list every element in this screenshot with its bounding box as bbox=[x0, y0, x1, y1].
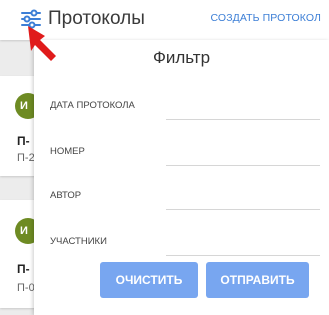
card-subtitle: П-2 bbox=[17, 152, 35, 164]
create-protocol-link[interactable]: СОЗДАТЬ ПРОТОКОЛ bbox=[210, 12, 321, 24]
filter-title: Фильтр bbox=[152, 48, 211, 67]
participants-input[interactable] bbox=[166, 255, 320, 256]
page-title: Протоколы bbox=[48, 8, 145, 29]
filter-field-author[interactable]: АВТОР bbox=[50, 184, 320, 210]
card-title: П- bbox=[17, 262, 30, 276]
annotation-arrow-icon bbox=[26, 24, 60, 64]
field-label: НОМЕР bbox=[50, 146, 85, 157]
filter-field-participants[interactable]: УЧАСТНИКИ bbox=[50, 230, 320, 256]
field-label: АВТОР bbox=[50, 190, 82, 201]
author-input[interactable] bbox=[166, 209, 320, 210]
submit-button[interactable]: ОТПРАВИТЬ bbox=[206, 262, 309, 298]
filter-field-date[interactable]: ДАТА ПРОТОКОЛА bbox=[50, 94, 320, 120]
card-title: П- bbox=[17, 134, 30, 148]
card-subtitle: П-0 bbox=[17, 282, 35, 294]
field-label: УЧАСТНИКИ bbox=[50, 236, 107, 247]
clear-button[interactable]: ОЧИСТИТЬ bbox=[100, 262, 198, 298]
date-input[interactable] bbox=[166, 119, 320, 120]
field-label: ДАТА ПРОТОКОЛА bbox=[50, 100, 135, 111]
filter-field-number[interactable]: НОМЕР bbox=[50, 140, 320, 166]
number-input[interactable] bbox=[166, 165, 320, 166]
page: И П- П-2 И П- П-0 Протоколы СОЗДАТЬ ПРОТ… bbox=[0, 0, 329, 315]
filter-panel: Фильтр ДАТА ПРОТОКОЛА НОМЕР АВТОР УЧАСТН… bbox=[34, 40, 329, 315]
